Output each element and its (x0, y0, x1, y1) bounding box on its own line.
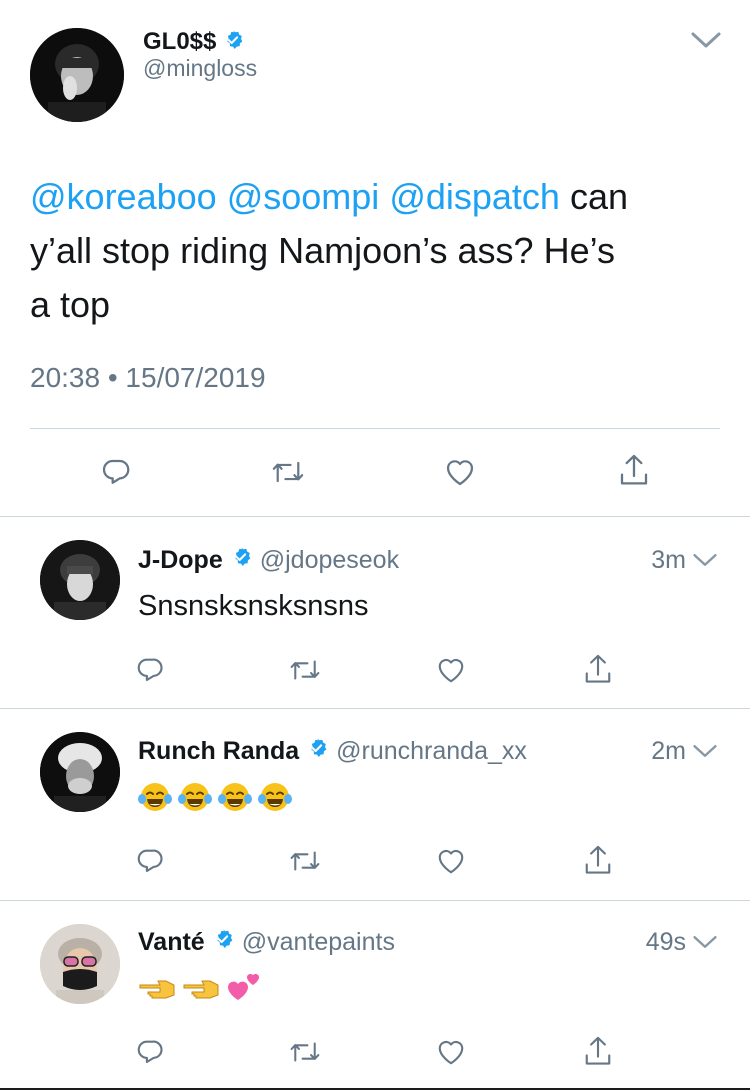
face-with-tears-of-joy-icon (178, 780, 212, 819)
share-icon[interactable] (618, 452, 650, 488)
two-hearts-icon (226, 970, 262, 1009)
reply-time[interactable]: 2m (651, 737, 686, 766)
reply-handle[interactable]: @jdopeseok (260, 546, 399, 575)
share-icon[interactable] (583, 843, 613, 877)
backhand-index-pointing-left-icon (138, 972, 178, 1007)
verified-badge-icon (306, 737, 328, 766)
avatar-jdopeseok[interactable] (40, 540, 120, 620)
retweet-icon[interactable] (288, 1038, 322, 1066)
share-icon[interactable] (583, 1034, 613, 1068)
main-timestamp[interactable]: 20:38 • 15/07/2019 (30, 362, 266, 394)
reply-1-header: J-Dope @jdopeseok (138, 544, 399, 576)
like-icon[interactable] (436, 1038, 466, 1066)
verified-badge-icon (222, 29, 244, 56)
reply-icon[interactable] (135, 845, 165, 875)
main-handle[interactable]: @mingloss (143, 55, 257, 82)
chevron-down-icon[interactable] (692, 934, 718, 950)
face-with-tears-of-joy-icon (218, 780, 252, 819)
reply-icon[interactable] (135, 654, 165, 684)
divider (0, 900, 750, 901)
reply-display-name[interactable]: Runch Randa (138, 737, 299, 766)
reply-emojis (138, 970, 268, 1009)
divider (0, 516, 750, 517)
avatar-image (40, 924, 120, 1004)
mention-koreaboo[interactable]: @koreaboo (30, 176, 217, 217)
tweet-text-fragment: can (569, 176, 629, 217)
tweet-text-line-1: @koreaboo @soompi @dispatch can (30, 170, 730, 224)
retweet-icon[interactable] (270, 457, 306, 487)
chevron-down-icon[interactable] (690, 30, 722, 50)
main-tweet-header: GL0$$ (143, 26, 244, 58)
retweet-icon[interactable] (288, 847, 322, 875)
verified-badge-icon (230, 546, 252, 575)
reply-handle[interactable]: @runchranda_xx (336, 737, 527, 766)
reply-2-header: Runch Randa @runchranda_xx (138, 735, 527, 767)
reply-icon[interactable] (135, 1036, 165, 1066)
reply-display-name[interactable]: Vanté (138, 928, 205, 957)
avatar-image (40, 732, 120, 812)
like-icon[interactable] (444, 457, 476, 487)
avatar-vantepaints[interactable] (40, 924, 120, 1004)
reply-handle[interactable]: @vantepaints (242, 928, 395, 957)
reply-emojis (138, 780, 298, 819)
backhand-index-pointing-left-icon (182, 972, 222, 1007)
like-icon[interactable] (436, 847, 466, 875)
retweet-icon[interactable] (288, 656, 322, 684)
like-icon[interactable] (436, 656, 466, 684)
main-display-name[interactable]: GL0$$ (143, 28, 216, 56)
avatar-mingloss[interactable] (30, 28, 124, 122)
verified-badge-icon (212, 928, 234, 957)
chevron-down-icon[interactable] (692, 552, 718, 568)
mention-soompi[interactable]: @soompi (227, 176, 380, 217)
reply-display-name[interactable]: J-Dope (138, 546, 223, 575)
reply-time[interactable]: 3m (651, 546, 686, 575)
face-with-tears-of-joy-icon (258, 780, 292, 819)
reply-3-header: Vanté @vantepaints (138, 926, 395, 958)
divider (30, 428, 720, 429)
reply-text: Snsnsksnsksnsns (138, 590, 369, 622)
tweet-text-line-2: y’all stop riding Namjoon’s ass? He’s (30, 230, 615, 271)
reply-time[interactable]: 49s (646, 928, 686, 957)
tweet-text-line-3: a top (30, 284, 111, 325)
avatar-runchranda[interactable] (40, 732, 120, 812)
avatar-image (40, 540, 120, 620)
avatar-image (30, 28, 124, 122)
share-icon[interactable] (583, 652, 613, 686)
reply-icon[interactable] (100, 455, 132, 487)
chevron-down-icon[interactable] (692, 743, 718, 759)
main-tweet-text: @koreaboo @soompi @dispatch can y’all st… (30, 170, 730, 332)
mention-dispatch[interactable]: @dispatch (389, 176, 560, 217)
face-with-tears-of-joy-icon (138, 780, 172, 819)
divider (0, 1088, 750, 1090)
divider (0, 708, 750, 709)
